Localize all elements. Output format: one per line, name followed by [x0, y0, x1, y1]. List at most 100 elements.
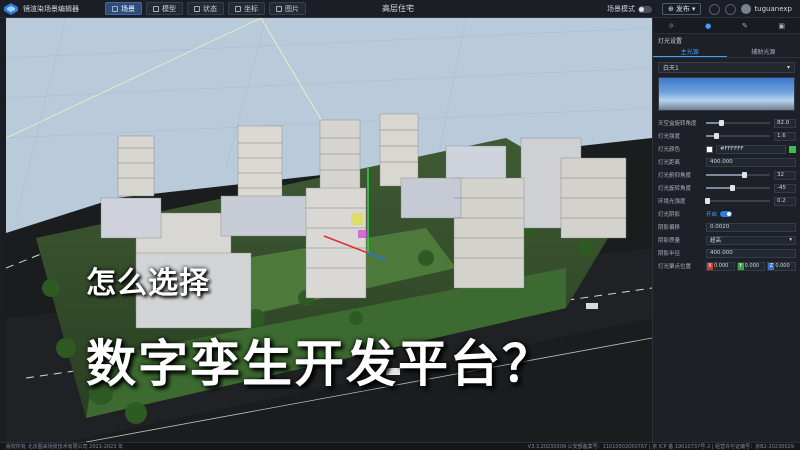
image-icon — [276, 5, 282, 12]
scene-icon — [112, 5, 118, 12]
help-icon[interactable] — [709, 3, 721, 15]
light-color-input[interactable]: #FFFFFF — [716, 144, 786, 154]
scene-mode-toggle[interactable] — [638, 5, 653, 13]
copyright-text: 版权所有 北京图来场景技术有限公司 2021-2023 年 — [6, 444, 124, 450]
shadow-bias-input[interactable]: 0.0020 — [706, 222, 796, 232]
prop-light-distance: 灯光距离 400.000 — [653, 156, 800, 168]
tab-label: 图片 — [285, 4, 299, 13]
light-icon[interactable]: ● — [704, 22, 712, 30]
prop-light-rotation: 灯光旋转角度 -45 — [653, 182, 800, 194]
skybox-rotation-input[interactable]: 82.0 — [774, 118, 796, 128]
tab-label: 坐标 — [244, 4, 258, 13]
chevron-down-icon: ▾ — [789, 237, 792, 243]
prop-label: 灯光聚点位置 — [658, 264, 692, 270]
focus-x-input[interactable]: X 0.000 — [706, 261, 735, 271]
focus-x-value: 0.000 — [714, 263, 729, 269]
focus-z-input[interactable]: Z 0.000 — [767, 261, 797, 271]
shadow-radius-input[interactable]: 400.000 — [706, 248, 796, 258]
overlay-question-line1: 怎么选择 — [86, 266, 210, 301]
preset-value: 白天1 — [663, 65, 679, 72]
light-intensity-slider[interactable] — [706, 133, 770, 139]
light-color-value: #FFFFFF — [720, 146, 744, 152]
username[interactable]: tuguanexp — [754, 5, 792, 13]
tab-main-light[interactable]: 主光源 — [653, 46, 727, 57]
prop-label: 阴影偏移 — [658, 225, 681, 231]
focus-y-input[interactable]: Y 0.000 — [736, 261, 766, 271]
status-bar: 版权所有 北京图来场景技术有限公司 2021-2023 年 V3.3.20230… — [0, 442, 800, 450]
color-picker-icon[interactable] — [789, 145, 796, 153]
shadow-quality-select[interactable]: 超高 ▾ — [706, 235, 796, 245]
coordinate-icon — [235, 5, 241, 12]
x-axis-tag: X — [707, 262, 713, 270]
scene-viewport[interactable]: 怎么选择 数字孪生开发平台？ — [6, 18, 652, 442]
avatar[interactable] — [741, 4, 752, 14]
light-rotation-slider[interactable] — [706, 185, 770, 191]
prop-light-intensity: 灯光强度 1.6 — [653, 130, 800, 142]
panel-tab-icons: ☼ ● ✎ ▣ — [653, 18, 800, 34]
light-pitch-slider[interactable] — [706, 172, 770, 178]
tab-model[interactable]: 模型 — [146, 2, 183, 15]
chevron-down-icon: ▾ — [691, 5, 696, 13]
shadow-toggle[interactable] — [720, 211, 733, 217]
ambient-intensity-slider[interactable] — [705, 198, 770, 204]
prop-label: 阴影质量 — [658, 238, 681, 244]
app-title: 镜渲染场景编辑器 — [23, 4, 79, 13]
tab-label: 模型 — [162, 4, 176, 13]
publish-icon: ⊕ — [668, 5, 674, 13]
tab-aux-light[interactable]: 辅助光源 — [727, 46, 800, 57]
settings-icon[interactable] — [725, 3, 737, 15]
chevron-down-icon: ▾ — [786, 64, 790, 71]
ambient-intensity-input[interactable]: 0.2 — [774, 196, 796, 206]
skybox-rotation-slider[interactable] — [706, 120, 770, 126]
skybox-preview[interactable] — [658, 77, 795, 111]
prop-label: 阴影半径 — [658, 251, 681, 257]
z-axis-tag: Z — [768, 262, 775, 270]
top-bar: 镜渲染场景编辑器 场景 模型 状态 坐标 图片 高层住宅 场景模式 ⊕ 发布 ▾… — [0, 0, 800, 18]
brush-icon[interactable]: ✎ — [741, 22, 749, 30]
shadow-radius-value: 400.000 — [710, 250, 733, 256]
overlay-question-line2: 数字孪生开发平台？ — [86, 335, 554, 393]
focus-y-value: 0.000 — [744, 263, 759, 269]
prop-shadow-radius: 阴影半径 400.000 — [653, 247, 800, 259]
prop-skybox-rotation: 天空盒旋转角度 82.0 — [653, 117, 800, 129]
prop-light-focus-position: 灯光聚点位置 X 0.000 Y 0.000 Z 0.000 — [653, 260, 800, 272]
prop-label: 灯光颜色 — [658, 147, 681, 153]
tab-image[interactable]: 图片 — [269, 2, 306, 15]
prop-label: 灯光俯仰角度 — [658, 173, 692, 179]
tab-state[interactable]: 状态 — [187, 2, 224, 15]
prop-label: 灯光距离 — [658, 160, 681, 166]
version-info: V3.3.20230309 公安部备案号：11010502050767 | 京 … — [527, 444, 794, 450]
prop-light-shadow: 灯光阴影 开启 — [653, 208, 800, 220]
shadow-quality-value: 超高 — [710, 238, 722, 244]
light-color-swatch[interactable] — [706, 145, 713, 153]
header-right: 场景模式 ⊕ 发布 ▾ tuguanexp — [607, 0, 800, 18]
light-pitch-input[interactable]: 32 — [774, 170, 796, 180]
tab-label: 场景 — [121, 4, 135, 13]
publish-button[interactable]: ⊕ 发布 ▾ — [662, 3, 702, 15]
shadow-toggle-wrap: 开启 — [706, 210, 796, 218]
light-distance-input[interactable]: 400.000 — [706, 157, 796, 167]
publish-label: 发布 — [675, 5, 690, 13]
scene-title: 高层住宅 — [382, 4, 414, 13]
properties-panel: ☼ ● ✎ ▣ 灯光设置 主光源 辅助光源 白天1 ▾ 天空盒旋转角度 82.0… — [652, 18, 800, 442]
scene-mode-label: 场景模式 — [607, 5, 636, 13]
light-rotation-input[interactable]: -45 — [774, 183, 796, 193]
prop-light-pitch: 灯光俯仰角度 32 — [653, 169, 800, 181]
shadow-bias-value: 0.0020 — [710, 224, 730, 230]
prop-light-color: 灯光颜色 #FFFFFF — [653, 143, 800, 155]
shadow-state: 开启 — [706, 212, 718, 218]
prop-label: 天空盒旋转角度 — [658, 121, 697, 127]
light-intensity-input[interactable]: 1.6 — [774, 131, 796, 141]
tab-scene[interactable]: 场景 — [105, 2, 142, 15]
prop-label: 灯光阴影 — [658, 212, 681, 218]
app-logo-icon — [4, 2, 18, 15]
preset-select[interactable]: 白天1 ▾ — [658, 62, 795, 73]
prop-label: 灯光旋转角度 — [658, 186, 692, 192]
sun-icon[interactable]: ☼ — [667, 22, 675, 30]
model-icon — [153, 5, 159, 12]
tab-coordinate[interactable]: 坐标 — [228, 2, 265, 15]
section-title: 灯光设置 — [658, 37, 683, 45]
state-icon — [194, 5, 200, 12]
prop-ambient-intensity: 环境光强度 0.2 — [653, 195, 800, 207]
image-icon[interactable]: ▣ — [778, 22, 786, 30]
